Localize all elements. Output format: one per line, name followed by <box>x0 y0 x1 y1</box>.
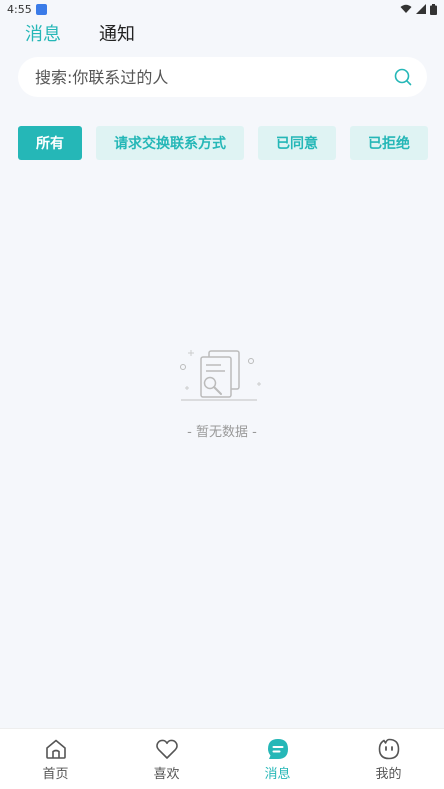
empty-state: - 暂无数据 - <box>0 345 444 440</box>
profile-icon <box>378 738 399 759</box>
wifi-icon <box>400 4 412 13</box>
search-box[interactable] <box>18 57 427 97</box>
tab-messages[interactable]: 消息 <box>25 20 61 46</box>
filter-chips: 所有 请求交换联系方式 已同意 已拒绝 <box>18 126 428 160</box>
filter-all[interactable]: 所有 <box>18 126 82 160</box>
signal-icon <box>416 4 426 14</box>
search-icon[interactable] <box>393 67 413 87</box>
status-right <box>400 3 437 15</box>
top-tabs: 消息 通知 <box>25 20 135 46</box>
empty-document-icon <box>180 350 261 401</box>
tab-notifications[interactable]: 通知 <box>99 20 135 46</box>
status-bar: 4:55 <box>0 0 444 18</box>
search-input[interactable] <box>33 66 377 88</box>
empty-state-text: - 暂无数据 - <box>187 425 257 440</box>
filter-rejected[interactable]: 已拒绝 <box>350 126 428 160</box>
nav-label: 我的 <box>375 766 402 782</box>
nav-profile[interactable]: 我的 <box>333 729 444 789</box>
nav-label: 消息 <box>264 766 291 782</box>
bottom-nav: 首页 喜欢 消息 我的 <box>0 728 444 789</box>
filter-agreed[interactable]: 已同意 <box>258 126 336 160</box>
nav-likes[interactable]: 喜欢 <box>111 729 222 789</box>
nav-messages[interactable]: 消息 <box>222 729 333 789</box>
status-left: 4:55 <box>7 3 47 16</box>
status-time: 4:55 <box>7 2 32 16</box>
app-notification-icon <box>35 3 47 15</box>
nav-home[interactable]: 首页 <box>0 729 111 789</box>
filter-exchange-request[interactable]: 请求交换联系方式 <box>96 126 244 160</box>
nav-label: 喜欢 <box>153 766 180 782</box>
home-icon <box>45 739 66 759</box>
battery-icon <box>430 3 437 15</box>
heart-icon <box>155 739 178 759</box>
message-icon <box>267 738 288 759</box>
nav-label: 首页 <box>42 766 69 782</box>
